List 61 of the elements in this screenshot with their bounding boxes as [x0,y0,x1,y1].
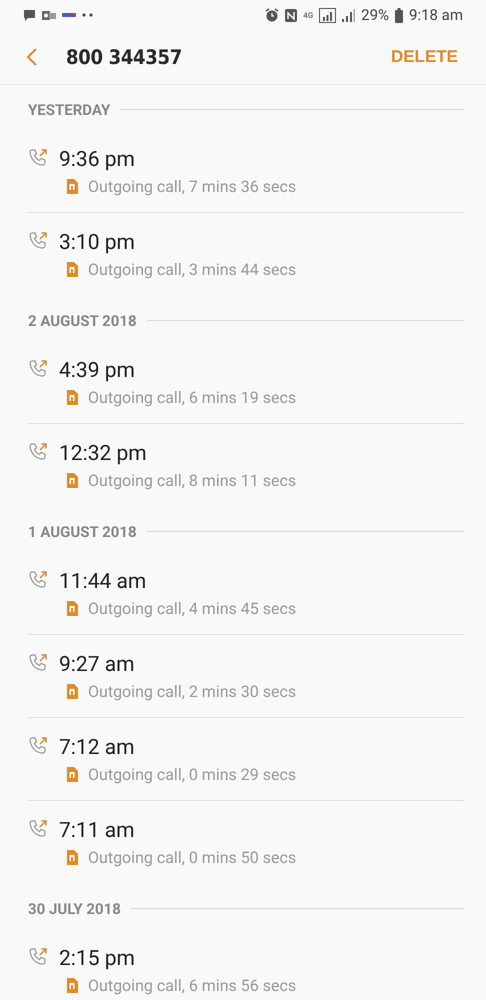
call-time: 7:11 am [59,819,135,843]
battery-percent: 29% [361,6,390,24]
section-date: YESTERDAY [28,100,110,118]
call-detail: Outgoing call, 2 mins 30 secs [88,682,296,701]
outgoing-call-icon [28,231,48,251]
call-detail: Outgoing call, 6 mins 19 secs [88,388,296,407]
call-detail: Outgoing call, 0 mins 50 secs [88,848,296,867]
more-icon [82,13,94,17]
outgoing-call-icon [28,148,48,168]
outgoing-call-icon [28,819,48,839]
message-icon [23,9,36,21]
call-time: 12:32 pm [59,442,147,466]
clock: 9:18 am [409,6,463,24]
sim-card-icon [66,262,78,277]
call-time: 4:39 pm [59,359,135,383]
call-entry[interactable]: 11:44 am Outgoing call, 4 mins 45 secs [28,552,464,635]
call-entry[interactable]: 9:36 pm Outgoing call, 7 mins 36 secs [28,130,464,213]
call-time: 2:15 pm [59,947,135,971]
outgoing-call-icon [28,359,48,379]
call-detail: Outgoing call, 6 mins 56 secs [88,976,296,995]
signal-icon [342,8,356,22]
signal-icon [319,8,336,22]
call-detail: Outgoing call, 3 mins 44 secs [88,260,296,279]
battery-icon [395,8,404,22]
call-detail: Outgoing call, 0 mins 29 secs [88,765,296,784]
call-detail: Outgoing call, 7 mins 36 secs [88,177,296,196]
call-detail: Outgoing call, 8 mins 11 secs [88,471,296,490]
call-entry[interactable]: 4:39 pm Outgoing call, 6 mins 19 secs [28,341,464,424]
call-entry[interactable]: 12:32 pm Outgoing call, 8 mins 11 secs [28,424,464,507]
network-label: 4G [303,10,314,20]
call-entry[interactable]: 7:11 am Outgoing call, 0 mins 50 secs [28,801,464,884]
contact-number: 800 344357 [66,45,183,69]
back-icon [26,47,38,67]
section-date: 30 JULY 2018 [28,900,121,918]
call-entry[interactable]: 9:27 am Outgoing call, 2 mins 30 secs [28,635,464,718]
sim-card-icon [66,601,78,616]
outgoing-call-icon [28,442,48,462]
outgoing-call-icon [28,653,48,673]
call-time: 7:12 am [59,736,135,760]
alarm-icon [265,8,280,22]
sim-card-icon [66,684,78,699]
sim-card-icon [66,978,78,993]
call-entry[interactable]: 2:15 pm Outgoing call, 6 mins 56 secs [28,929,464,1000]
sim-card-icon [66,767,78,782]
outgoing-call-icon [28,570,48,590]
call-time: 9:36 pm [59,148,135,172]
sim-card-icon [66,390,78,405]
call-entry[interactable]: 7:12 am Outgoing call, 0 mins 29 secs [28,718,464,801]
sim-card-icon [66,179,78,194]
outgoing-call-icon [28,947,48,967]
sim-card-icon [66,473,78,488]
call-time: 9:27 am [59,653,135,677]
call-detail: Outgoing call, 4 mins 45 secs [88,599,296,618]
section-date: 2 AUGUST 2018 [28,312,137,330]
section-date: 1 AUGUST 2018 [28,522,137,540]
call-entry[interactable]: 3:10 pm Outgoing call, 3 mins 44 secs [28,213,464,296]
nfc-icon [285,8,298,22]
sim-card-icon [66,850,78,865]
call-time: 11:44 am [59,570,146,594]
outgoing-call-icon [28,736,48,756]
call-time: 3:10 pm [59,231,135,255]
